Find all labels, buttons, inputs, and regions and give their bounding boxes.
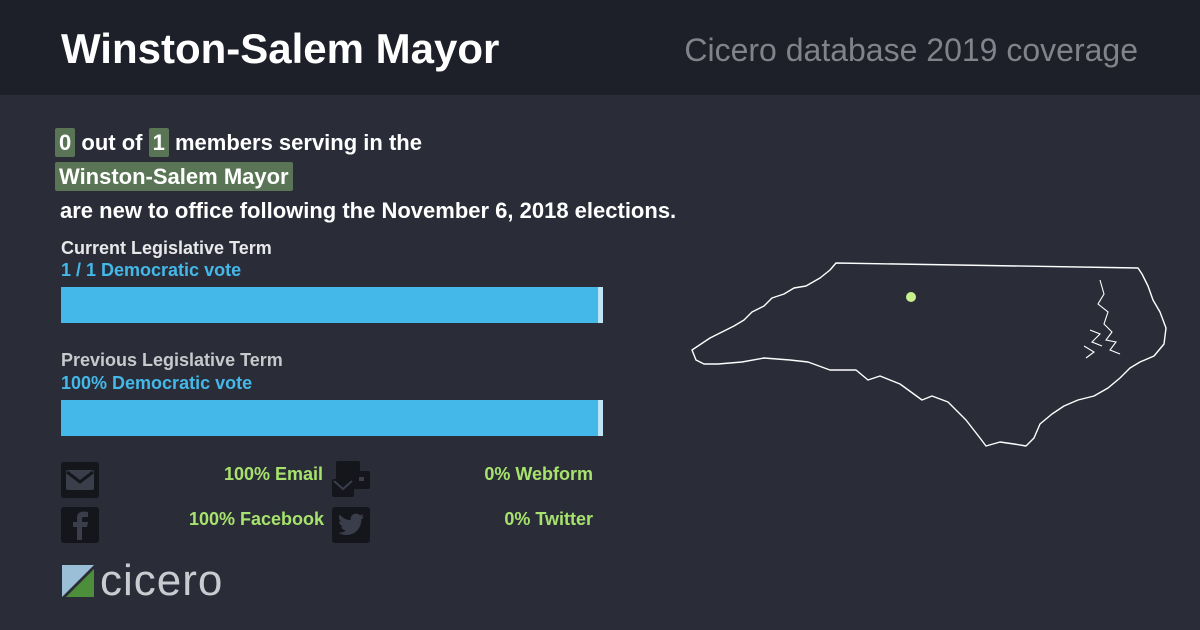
members-text: members serving in the [174, 130, 422, 155]
page-subtitle: Cicero database 2019 coverage [684, 32, 1138, 68]
facebook-label: 100% Facebook [188, 509, 324, 529]
location-marker [906, 292, 916, 302]
current-term-title: Current Legislative Term [61, 238, 272, 258]
north-carolina-map [691, 262, 1167, 447]
previous-term-bar [61, 400, 603, 436]
trailing-text: are new to office following the November… [60, 198, 677, 223]
current-term-vote: 1 / 1 Democratic vote [61, 260, 242, 280]
cicero-logo-mark [62, 565, 94, 597]
summary-text: 0 out of 1 members serving in the Winsto… [55, 126, 795, 228]
webform-icon [332, 461, 370, 498]
out-of-text: out of [81, 130, 143, 155]
current-term-bar [61, 287, 603, 323]
new-count-badge: 0 [55, 128, 76, 157]
email-icon [61, 462, 99, 498]
twitter-label: 0% Twitter [504, 509, 593, 529]
facebook-icon [61, 507, 99, 543]
twitter-icon [332, 507, 370, 543]
total-count-badge: 1 [148, 128, 169, 157]
state-outline [691, 262, 1167, 447]
cicero-logo-text: cicero [100, 556, 224, 605]
current-term-bar-fill [61, 287, 598, 323]
webform-label: 0% Webform [484, 464, 593, 484]
header-bar: Winston-Salem Mayor Cicero database 2019… [0, 0, 1200, 95]
sound-islands [1083, 279, 1121, 359]
email-label: 100% Email [223, 464, 323, 484]
body-name-badge: Winston-Salem Mayor [55, 162, 293, 191]
previous-term-title: Previous Legislative Term [61, 350, 283, 370]
previous-term-bar-fill [61, 400, 598, 436]
cicero-logo: cicero [62, 556, 224, 605]
previous-term-vote: 100% Democratic vote [61, 373, 253, 393]
page-title: Winston-Salem Mayor [61, 25, 500, 72]
